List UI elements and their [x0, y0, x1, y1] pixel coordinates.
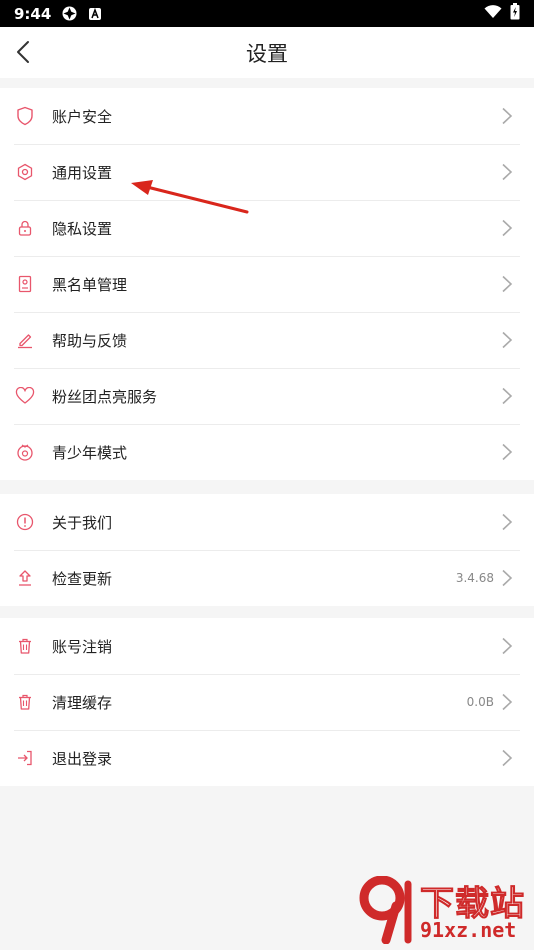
chevron-right-icon — [500, 107, 514, 125]
row-help-feedback[interactable]: 帮助与反馈 — [0, 312, 534, 368]
row-about-us[interactable]: 关于我们 — [0, 494, 534, 550]
chevron-right-icon — [500, 219, 514, 237]
battery-icon — [510, 3, 520, 24]
row-account-security[interactable]: 账户安全 — [0, 88, 534, 144]
keyboard-notification-icon — [88, 7, 102, 21]
row-label: 关于我们 — [52, 513, 113, 532]
app-header: 设置 — [0, 27, 534, 78]
row-label: 检查更新 — [52, 569, 113, 588]
app-notification-icon — [61, 5, 78, 22]
logout-icon — [15, 748, 35, 768]
version-value: 3.4.68 — [455, 571, 494, 585]
chevron-right-icon — [500, 275, 514, 293]
book-icon — [15, 274, 35, 294]
row-label: 隐私设置 — [52, 219, 113, 238]
shield-icon — [15, 106, 35, 126]
row-label: 通用设置 — [52, 163, 113, 182]
hexagon-gear-icon — [15, 162, 35, 182]
annotation-arrow-icon — [131, 180, 249, 214]
watermark: 下载站 91xz.net — [358, 876, 528, 946]
wifi-icon — [484, 4, 502, 23]
pencil-icon — [15, 330, 35, 350]
chevron-right-icon — [500, 387, 514, 405]
status-bar: 9:44 — [0, 0, 534, 27]
chevron-right-icon — [500, 331, 514, 349]
watermark-brand-en: 91xz.net — [420, 918, 517, 942]
row-label: 退出登录 — [52, 749, 113, 768]
youth-mode-icon — [15, 442, 35, 462]
status-time: 9:44 — [14, 4, 52, 23]
chevron-right-icon — [500, 163, 514, 181]
chevron-right-icon — [500, 637, 514, 655]
upload-icon — [15, 568, 35, 588]
back-icon[interactable] — [12, 39, 38, 65]
row-label: 账户安全 — [52, 107, 113, 126]
row-general-settings[interactable]: 通用设置 — [0, 144, 534, 200]
chevron-right-icon — [500, 569, 514, 587]
row-youth-mode[interactable]: 青少年模式 — [0, 424, 534, 480]
row-label: 清理缓存 — [52, 693, 113, 712]
row-label: 青少年模式 — [52, 443, 128, 462]
cache-size-value: 0.0B — [466, 695, 494, 709]
row-clear-cache[interactable]: 清理缓存 0.0B — [0, 674, 534, 730]
heart-icon — [15, 386, 35, 406]
settings-section-about: 关于我们 检查更新 3.4.68 — [0, 494, 534, 606]
row-delete-account[interactable]: 账号注销 — [0, 618, 534, 674]
row-fan-club[interactable]: 粉丝团点亮服务 — [0, 368, 534, 424]
lock-icon — [15, 218, 35, 238]
row-logout[interactable]: 退出登录 — [0, 730, 534, 786]
settings-section-general: 账户安全 通用设置 隐私设置 黑名单管理 帮助与反馈 粉丝团点亮服务 青少年模式 — [0, 88, 534, 480]
chevron-right-icon — [500, 443, 514, 461]
chevron-right-icon — [500, 693, 514, 711]
info-icon — [15, 512, 35, 532]
row-blacklist[interactable]: 黑名单管理 — [0, 256, 534, 312]
chevron-right-icon — [500, 749, 514, 767]
page-title: 设置 — [246, 41, 288, 66]
row-label: 帮助与反馈 — [52, 331, 128, 350]
row-check-update[interactable]: 检查更新 3.4.68 — [0, 550, 534, 606]
watermark-logo-icon — [359, 876, 412, 944]
row-label: 粉丝团点亮服务 — [52, 387, 158, 406]
trash-icon — [15, 692, 35, 712]
settings-section-account: 账号注销 清理缓存 0.0B 退出登录 — [0, 618, 534, 786]
row-label: 黑名单管理 — [52, 275, 128, 294]
row-label: 账号注销 — [52, 637, 113, 656]
row-privacy-settings[interactable]: 隐私设置 — [0, 200, 534, 256]
trash-icon — [15, 636, 35, 656]
chevron-right-icon — [500, 513, 514, 531]
